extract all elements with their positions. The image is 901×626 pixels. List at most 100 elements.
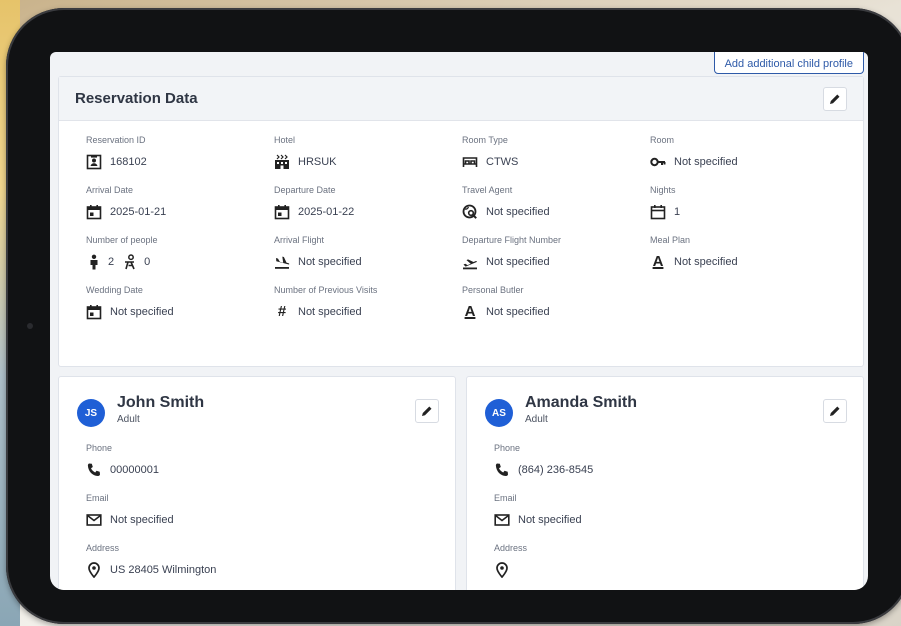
field-value: Not specified — [298, 306, 362, 318]
guest-edit-button[interactable] — [415, 399, 439, 423]
field-label: Address — [494, 543, 528, 553]
add-child-profile-button[interactable]: Add additional child profile — [713, 52, 864, 74]
field-departure-date: Departure Date 2025-01-22 — [274, 185, 462, 220]
field-number-of-people: Number of people 2 0 — [86, 235, 274, 270]
guest-card-john-smith: JS John Smith Adult Phone 00000001 Email… — [58, 376, 456, 590]
calendar-icon — [86, 304, 102, 320]
pencil-icon — [419, 403, 435, 419]
field-value: Not specified — [298, 256, 362, 268]
field-value: 168102 — [110, 156, 147, 168]
field-label: Address — [86, 543, 120, 553]
field-meal-plan: Meal Plan A Not specified — [650, 235, 838, 270]
field-address: Address — [494, 543, 593, 578]
avatar: JS — [77, 399, 105, 427]
calendar-outline-icon — [650, 204, 666, 220]
field-value: US 28405 Wilmington — [110, 564, 217, 576]
field-value: (864) 236-8545 — [518, 464, 594, 476]
field-value: HRSUK — [298, 156, 337, 168]
letter-a-icon: A — [652, 253, 664, 270]
field-travel-agent: Travel Agent Not specified — [462, 185, 650, 220]
field-value: Not specified — [674, 156, 738, 168]
field-label: Personal Butler — [462, 285, 524, 295]
guest-name: Amanda Smith — [525, 394, 638, 411]
travel-explore-icon — [462, 204, 478, 220]
field-label: Hotel — [274, 135, 296, 145]
field-value: Not specified — [486, 306, 550, 318]
location-pin-icon — [494, 562, 510, 578]
phone-icon — [494, 462, 510, 478]
field-value: Not specified — [110, 306, 174, 318]
id-badge-icon — [86, 154, 102, 170]
guest-type: Adult — [525, 414, 548, 425]
field-label: Nights — [650, 185, 676, 195]
field-label: Departure Date — [274, 185, 336, 195]
mail-icon — [494, 512, 510, 528]
field-label: Travel Agent — [462, 185, 513, 195]
reservation-title: Reservation Data — [75, 90, 198, 107]
field-value: Not specified — [674, 256, 738, 268]
field-personal-butler: Personal Butler A Not specified — [462, 285, 650, 320]
hotel-icon — [274, 154, 290, 170]
field-label: Reservation ID — [86, 135, 146, 145]
field-reservation-id: Reservation ID 168102 — [86, 135, 274, 170]
hash-icon: # — [277, 303, 287, 320]
field-email: Email Not specified — [86, 493, 216, 528]
key-icon — [650, 154, 666, 170]
reservation-fields-grid: Reservation ID 168102 Hotel HRSUK Room T… — [86, 135, 846, 320]
field-label: Email — [86, 493, 109, 503]
field-value: Not specified — [486, 206, 550, 218]
field-room-type: Room Type CTWS — [462, 135, 650, 170]
field-value: 2025-01-21 — [110, 206, 167, 218]
field-value: CTWS — [486, 156, 519, 168]
field-value: Not specified — [486, 256, 550, 268]
guest-edit-button[interactable] — [823, 399, 847, 423]
phone-icon — [86, 462, 102, 478]
field-label: Email — [494, 493, 517, 503]
child-person-icon — [122, 254, 138, 270]
field-wedding-date: Wedding Date Not specified — [86, 285, 274, 320]
letter-a-icon: A — [464, 303, 476, 320]
mail-icon — [86, 512, 102, 528]
flight-takeoff-icon — [462, 254, 478, 270]
camera-dot — [27, 323, 33, 329]
guest-type: Adult — [117, 414, 140, 425]
app-screen: Add additional child profile Reservation… — [50, 52, 868, 590]
field-value: Not specified — [518, 514, 582, 526]
guest-card-amanda-smith: AS Amanda Smith Adult Phone (864) 236-85… — [466, 376, 864, 590]
adult-person-icon — [86, 254, 102, 270]
reservation-card: Reservation Data Reservation ID 168102 H… — [58, 76, 864, 367]
field-label: Number of people — [86, 235, 158, 245]
children-count: 0 — [144, 256, 151, 268]
field-previous-visits: Number of Previous Visits # Not specifie… — [274, 285, 462, 320]
reservation-card-header: Reservation Data — [59, 77, 863, 121]
field-label: Room Type — [462, 135, 508, 145]
field-label: Departure Flight Number — [462, 235, 562, 245]
reservation-edit-button[interactable] — [823, 86, 847, 111]
field-label: Wedding Date — [86, 285, 143, 295]
field-phone: Phone (864) 236-8545 — [494, 443, 593, 478]
bed-icon — [462, 154, 478, 170]
field-arrival-date: Arrival Date 2025-01-21 — [86, 185, 274, 220]
field-value: Not specified — [110, 514, 174, 526]
field-label: Room — [650, 135, 675, 145]
field-label: Arrival Flight — [274, 235, 325, 245]
location-pin-icon — [86, 562, 102, 578]
field-label: Phone — [494, 443, 521, 453]
field-departure-flight: Departure Flight Number Not specified — [462, 235, 650, 270]
calendar-icon — [86, 204, 102, 220]
field-value: 00000001 — [110, 464, 159, 476]
field-label: Number of Previous Visits — [274, 285, 378, 295]
pencil-icon — [827, 91, 843, 107]
pencil-icon — [827, 403, 843, 419]
field-value: 1 — [674, 206, 681, 218]
avatar: AS — [485, 399, 513, 427]
field-room: Room Not specified — [650, 135, 838, 170]
guest-name: John Smith — [117, 394, 205, 411]
field-arrival-flight: Arrival Flight Not specified — [274, 235, 462, 270]
field-label: Arrival Date — [86, 185, 134, 195]
field-label: Phone — [86, 443, 113, 453]
field-phone: Phone 00000001 — [86, 443, 216, 478]
calendar-icon — [274, 204, 290, 220]
field-address: Address US 28405 Wilmington — [86, 543, 216, 578]
adults-count: 2 — [108, 256, 115, 268]
